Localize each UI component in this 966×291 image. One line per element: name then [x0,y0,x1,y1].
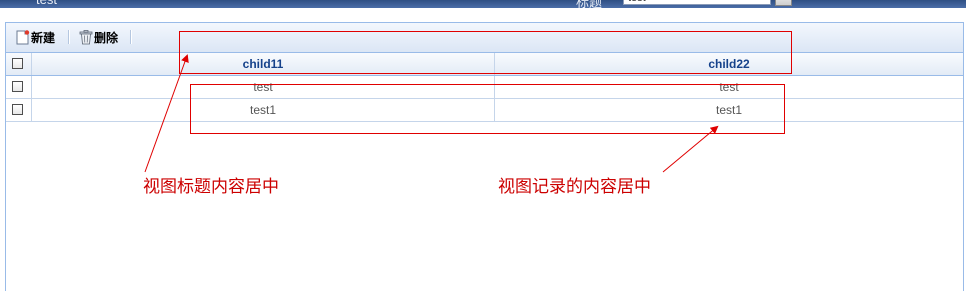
record-arrow [662,125,719,173]
header-note-text: 视图标题内容居中 [143,177,279,197]
annotation-arrows [144,54,719,173]
header-arrow [144,54,189,173]
record-note-text: 视图记录的内容居中 [498,177,651,197]
